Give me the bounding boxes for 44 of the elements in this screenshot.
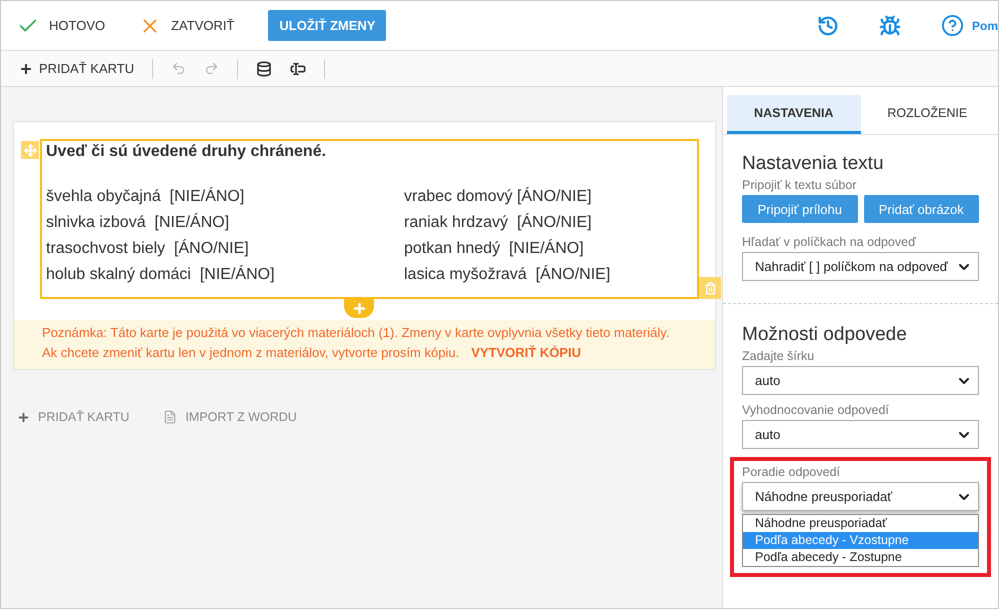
field-label: Zadajte šírku	[742, 349, 816, 363]
answer-item: lasica myšožravá [ÁNO/NIE]	[404, 265, 612, 284]
help-link[interactable]: Pom	[940, 14, 998, 37]
bug-icon	[878, 14, 901, 36]
close-button[interactable]: ZATVORIŤ	[139, 14, 234, 36]
select-field[interactable]: Nahradiť [ ] políčkom na odpoveď	[742, 252, 979, 281]
question-text: Uveď či sú úvedené druhy chránené.	[46, 143, 328, 161]
panel-tab[interactable]: NASTAVENIA	[727, 95, 860, 134]
document-icon	[163, 410, 178, 424]
add-card-button[interactable]: PRIDAŤ KARTU	[19, 61, 144, 76]
history-button[interactable]	[816, 14, 839, 36]
database-icon	[256, 60, 272, 76]
delete-handle[interactable]	[699, 277, 721, 299]
help-icon	[940, 14, 964, 37]
undo-icon	[171, 61, 186, 76]
bug-button[interactable]	[878, 14, 901, 36]
trash-icon	[704, 282, 716, 294]
section-title: Nastavenia textu	[742, 153, 885, 175]
plus-icon	[19, 62, 33, 76]
answer-item: slnivka izbová [NIE/ÁNO]	[46, 213, 230, 232]
select-field[interactable]: auto	[742, 420, 979, 449]
field-label: Pripojiť k textu súbor	[742, 178, 858, 192]
answer-item: potkan hnedý [NIE/ÁNO]	[404, 239, 585, 258]
answer-item: vrabec domový [ÁNO/NIE]	[404, 187, 593, 206]
answer-item: švehla obyčajná [NIE/ÁNO]	[46, 187, 246, 206]
answer-item: raniak hrdzavý [ÁNO/NIE]	[404, 213, 593, 232]
plus-icon	[352, 301, 366, 316]
done-button[interactable]: HOTOVO	[17, 14, 106, 36]
answer-item: holub skalný domáci [NIE/ÁNO]	[46, 265, 276, 284]
add-tab[interactable]	[344, 299, 374, 318]
note-text: Poznámka: Táto karte je použitá vo viacerých materiáloch (1). Zmeny v karte ovplyvnia všetky tieto materiály. Ak chcete zmeniť kartu len v jednom z materiálov, vytvorte prosím kópiu. VYTVORIŤ KÓPIU	[14, 320, 715, 369]
history-icon	[816, 14, 839, 36]
redo-icon	[204, 61, 220, 76]
move-handle[interactable]	[21, 141, 39, 159]
move-icon	[24, 144, 36, 156]
section-title: Možnosti odpovede	[742, 324, 908, 346]
select-field[interactable]: Náhodne preusporiadať	[742, 482, 979, 511]
field-label: Vyhodnocovanie odpovedí	[742, 403, 890, 417]
select-field[interactable]: auto	[742, 366, 979, 395]
text-cursor-icon	[290, 60, 306, 76]
answer-item: trasochvost biely [ÁNO/NIE]	[46, 239, 250, 258]
field-label: Poradie odpovedí	[742, 465, 841, 479]
plus-icon	[17, 410, 30, 424]
field-label: Hľadať v políčkach na odpoveď	[742, 235, 917, 249]
